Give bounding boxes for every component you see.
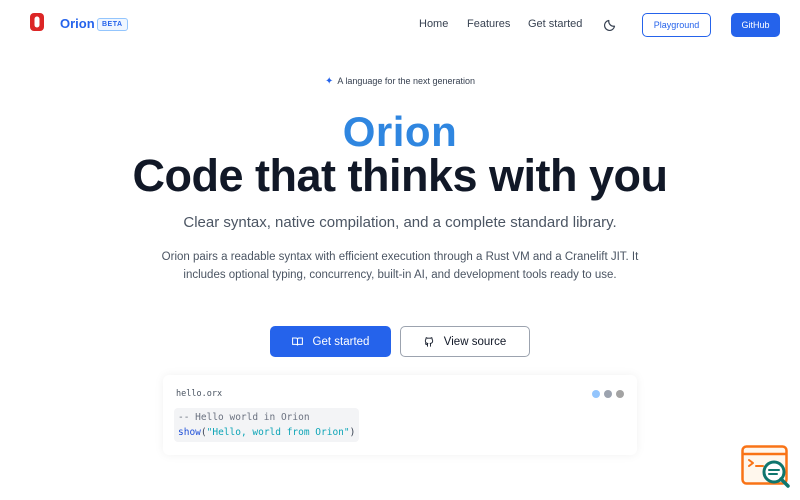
github-icon — [424, 336, 433, 347]
hero-tagline: ✦ A language for the next generation — [0, 76, 800, 87]
book-icon — [291, 337, 303, 346]
window-dot — [616, 390, 624, 398]
code-snippet[interactable]: -- Hello world in Orion show("Hello, wor… — [174, 408, 360, 442]
playground-button[interactable]: Playground — [642, 13, 711, 37]
code-example-card: hello.orx -- Hello world in Orion show("… — [163, 375, 637, 455]
window-dot — [604, 390, 612, 398]
get-started-label: Get started — [312, 335, 370, 348]
window-dot — [592, 390, 600, 398]
nav-link-features[interactable]: Features — [467, 18, 510, 30]
orion-logo-icon[interactable] — [30, 13, 44, 31]
top-navbar: Orion BETA Home Features Get started Pla… — [0, 0, 800, 50]
code-string: "Hello, world from Orion" — [206, 427, 350, 438]
code-paren-close: ) — [349, 427, 356, 438]
sparkle-icon: ✦ — [325, 76, 334, 87]
tagline-text: A language for the next generation — [337, 76, 475, 86]
beta-badge: BETA — [97, 18, 128, 31]
nav-link-get-started[interactable]: Get started — [528, 18, 582, 30]
code-filename: hello.orx — [176, 389, 223, 399]
moon-icon[interactable] — [604, 17, 618, 31]
get-started-button[interactable]: Get started — [270, 326, 391, 357]
search-feedback-icon[interactable] — [741, 445, 791, 490]
view-source-button[interactable]: View source — [400, 326, 530, 357]
view-source-label: View source — [443, 335, 507, 348]
hero-title: Code that thinks with you — [132, 150, 669, 201]
github-button[interactable]: GitHub — [731, 13, 780, 37]
code-comment: -- Hello world in Orion — [178, 412, 310, 423]
code-function: show — [178, 427, 201, 438]
brand-name[interactable]: Orion — [60, 16, 95, 31]
nav-link-home[interactable]: Home — [419, 18, 448, 30]
hero-brand: Orion — [342, 108, 458, 155]
hero-subtitle: Clear syntax, native compilation, and a … — [183, 214, 617, 231]
hero-description: Orion pairs a readable syntax with effic… — [161, 251, 639, 281]
